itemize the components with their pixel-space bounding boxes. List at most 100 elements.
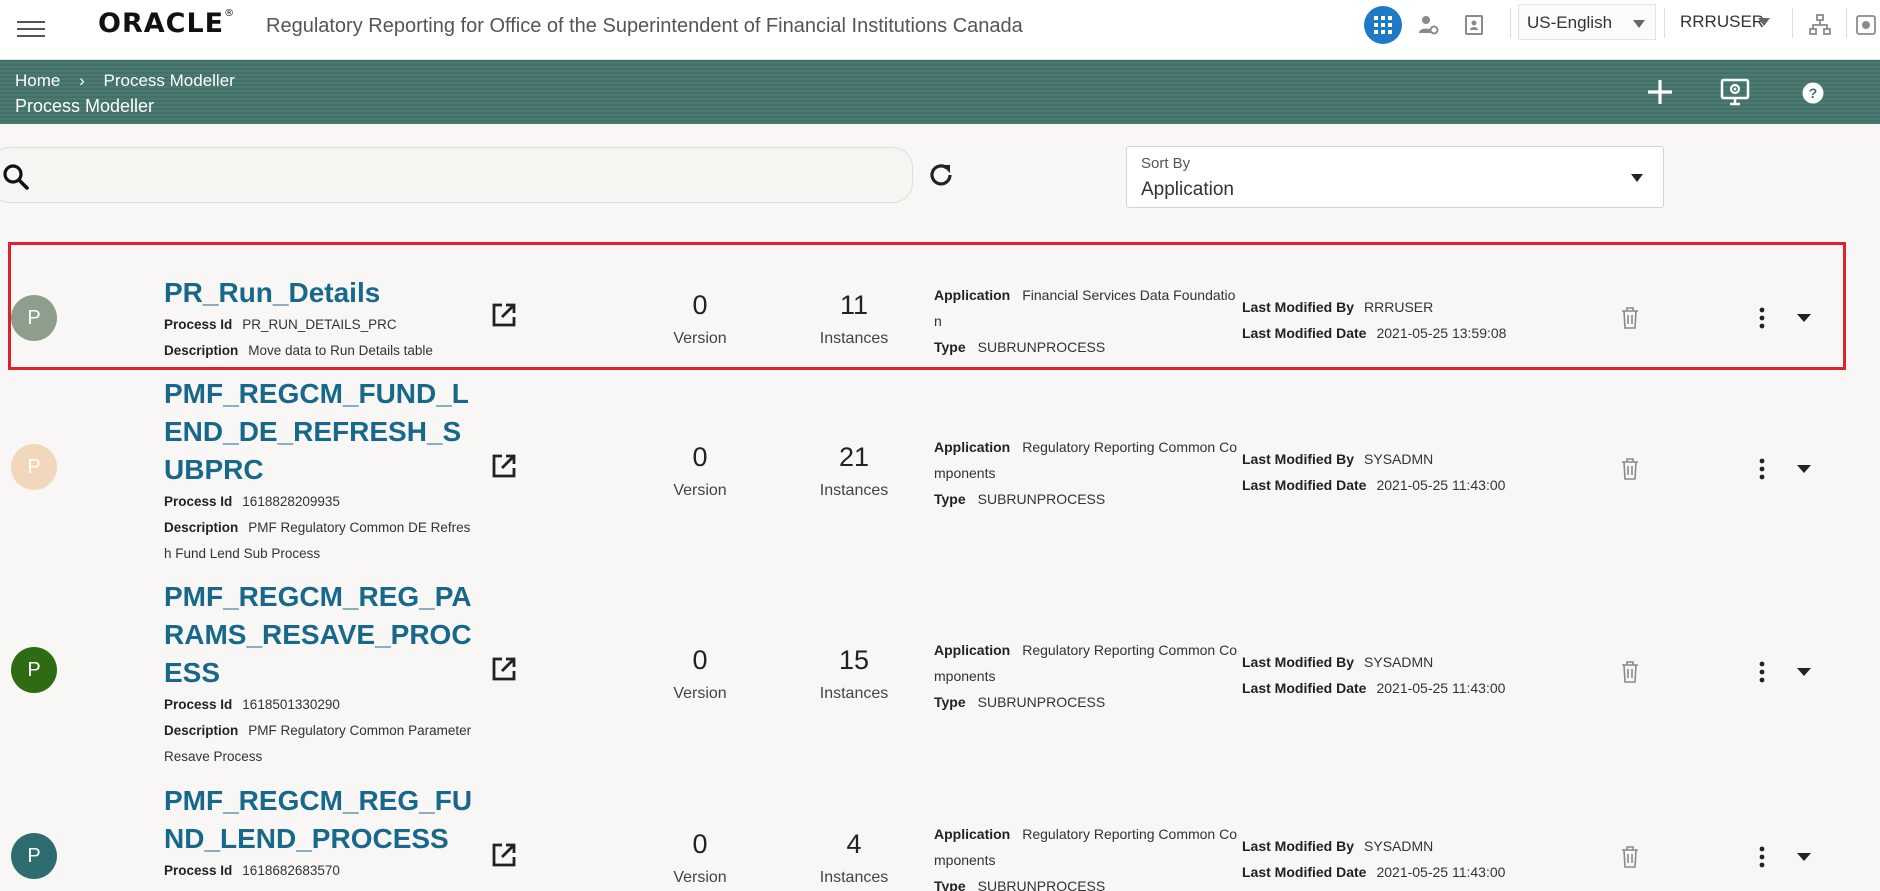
- chevron-down-icon: [1631, 174, 1643, 182]
- last-modified-by-label: Last Modified By: [1242, 838, 1355, 854]
- last-modified-date-value: 2021-05-25 11:43:00: [1376, 680, 1506, 696]
- hamburger-menu-icon[interactable]: [14, 12, 48, 46]
- process-id-label: Process Id: [164, 317, 233, 332]
- application-field: Application Financial Services Data Found…: [934, 282, 1240, 334]
- type-value: SUBRUNPROCESS: [977, 694, 1106, 710]
- description-label: Description: [164, 520, 239, 535]
- open-external-icon[interactable]: [490, 452, 518, 480]
- sort-by-value: Application: [1141, 179, 1234, 200]
- process-id-field: Process Id 1618828209935: [164, 489, 474, 515]
- page-title: Process Modeller: [15, 96, 155, 116]
- version-count: 0: [692, 829, 708, 859]
- divider: [1510, 8, 1511, 38]
- description-field: Description PMF Regulatory Common DE Refr…: [164, 515, 474, 567]
- breadcrumb-current: Process Modeller: [103, 71, 235, 90]
- last-modified-date-label: Last Modified Date: [1242, 680, 1367, 696]
- type-field: Type SUBRUNPROCESS: [934, 873, 1240, 891]
- avatar: P: [11, 647, 57, 693]
- open-external-icon[interactable]: [490, 655, 518, 683]
- version-count: 0: [692, 645, 708, 675]
- breadcrumb-home[interactable]: Home: [15, 71, 60, 90]
- monitor-settings-icon[interactable]: [1720, 78, 1750, 106]
- breadcrumb-separator-icon: ›: [79, 71, 85, 90]
- delete-icon[interactable]: [1620, 306, 1640, 330]
- add-icon[interactable]: [1646, 78, 1674, 106]
- open-external-icon[interactable]: [490, 841, 518, 869]
- settings-panel-icon[interactable]: [1854, 13, 1878, 37]
- refresh-icon[interactable]: [926, 160, 956, 190]
- search-box[interactable]: [0, 147, 913, 203]
- open-external-icon[interactable]: [490, 301, 518, 329]
- last-modified-by-value: SYSADMN: [1364, 838, 1434, 854]
- language-value: US-English: [1527, 13, 1613, 32]
- application-label: Application: [934, 826, 1011, 842]
- application-field: Application Regulatory Reporting Common C…: [934, 434, 1240, 486]
- expand-chevron-icon[interactable]: [1796, 312, 1812, 324]
- last-modified-by-field: Last Modified By SYSADMN: [1242, 833, 1562, 859]
- user-menu-chevron-icon[interactable]: [1758, 18, 1770, 26]
- oracle-logo: ORACLE®: [98, 8, 236, 39]
- description-label: Description: [164, 723, 239, 738]
- last-modified-date-label: Last Modified Date: [1242, 477, 1367, 493]
- avatar: P: [11, 295, 57, 341]
- process-id-label: Process Id: [164, 697, 233, 712]
- divider: [1792, 8, 1793, 38]
- process-row[interactable]: P PMF_REGCM_REG_PARAMS_RESAVE_PROCESS Pr…: [0, 575, 1880, 775]
- more-options-icon[interactable]: [1756, 660, 1768, 684]
- last-modified-by-field: Last Modified By SYSADMN: [1242, 649, 1562, 675]
- app-launcher-button[interactable]: [1364, 6, 1402, 44]
- expand-chevron-icon[interactable]: [1796, 666, 1812, 678]
- user-settings-icon[interactable]: [1416, 13, 1440, 37]
- last-modified-date-field: Last Modified Date 2021-05-25 11:43:00: [1242, 472, 1562, 498]
- last-modified-date-value: 2021-05-25 11:43:00: [1376, 864, 1506, 880]
- avatar: P: [11, 444, 57, 490]
- instances-count: 21: [838, 442, 870, 472]
- description-value: Move data to Run Details table: [248, 343, 433, 358]
- more-options-icon[interactable]: [1756, 457, 1768, 481]
- last-modified-by-field: Last Modified By SYSADMN: [1242, 446, 1562, 472]
- process-name-link[interactable]: PMF_REGCM_REG_FUND_LEND_PROCESS: [164, 782, 474, 858]
- application-label: Application: [934, 439, 1011, 455]
- more-options-icon[interactable]: [1756, 845, 1768, 869]
- last-modified-by-label: Last Modified By: [1242, 451, 1355, 467]
- instances-label: Instances: [819, 685, 889, 702]
- sort-by-label: Sort By: [1141, 155, 1191, 172]
- process-id-value: 1618501330290: [242, 697, 340, 712]
- version-label: Version: [673, 330, 727, 347]
- process-name-link[interactable]: PR_Run_Details: [164, 274, 484, 312]
- delete-icon[interactable]: [1620, 845, 1640, 869]
- last-modified-date-value: 2021-05-25 13:59:08: [1376, 325, 1507, 341]
- expand-chevron-icon[interactable]: [1796, 851, 1812, 863]
- search-input[interactable]: [33, 158, 893, 192]
- page-header: Home › Process Modeller Process Modeller…: [0, 60, 1880, 124]
- last-modified-date-field: Last Modified Date 2021-05-25 11:43:00: [1242, 859, 1562, 885]
- contact-card-icon[interactable]: [1462, 13, 1486, 37]
- type-value: SUBRUNPROCESS: [977, 491, 1106, 507]
- process-row[interactable]: P PR_Run_Details Process Id PR_RUN_DETAIL…: [0, 242, 1880, 372]
- process-row[interactable]: P PMF_REGCM_REG_FUND_LEND_PROCESS Proces…: [0, 779, 1880, 891]
- delete-icon[interactable]: [1620, 660, 1640, 684]
- hierarchy-icon[interactable]: [1808, 13, 1832, 37]
- help-icon[interactable]: ?: [1802, 82, 1824, 104]
- application-label: Application: [934, 287, 1011, 303]
- process-id-value: PR_RUN_DETAILS_PRC: [242, 317, 397, 332]
- svg-text:?: ?: [1809, 85, 1818, 101]
- more-options-icon[interactable]: [1756, 306, 1768, 330]
- version-label: Version: [673, 482, 727, 499]
- user-menu[interactable]: RRRUSER: [1680, 12, 1764, 32]
- expand-chevron-icon[interactable]: [1796, 463, 1812, 475]
- sort-by-select[interactable]: Sort By Application: [1126, 146, 1664, 208]
- process-name-link[interactable]: PMF_REGCM_FUND_LEND_DE_REFRESH_SUBPRC: [164, 375, 474, 489]
- search-icon[interactable]: [2, 163, 30, 191]
- last-modified-date-value: 2021-05-25 11:43:00: [1376, 477, 1506, 493]
- process-id-value: 1618828209935: [242, 494, 340, 509]
- last-modified-date-label: Last Modified Date: [1242, 325, 1367, 341]
- divider: [1846, 8, 1847, 38]
- breadcrumb: Home › Process Modeller: [15, 71, 235, 91]
- process-row[interactable]: P PMF_REGCM_FUND_LEND_DE_REFRESH_SUBPRC …: [0, 372, 1880, 572]
- type-label: Type: [934, 878, 966, 891]
- process-name-link[interactable]: PMF_REGCM_REG_PARAMS_RESAVE_PROCESS: [164, 578, 474, 692]
- delete-icon[interactable]: [1620, 457, 1640, 481]
- language-select[interactable]: US-English: [1518, 4, 1656, 40]
- version-label: Version: [673, 685, 727, 702]
